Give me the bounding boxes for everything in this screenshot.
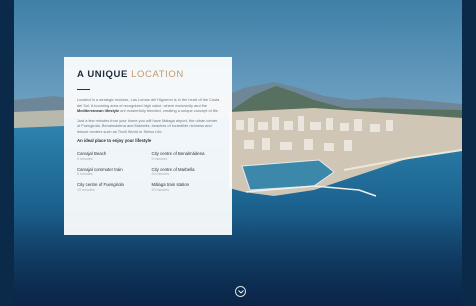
- distance-item: City centre of Marbella 20 minutes: [152, 167, 221, 178]
- distance-item: Carvajal Beach 5 minutes: [77, 151, 146, 162]
- distance-item: City centre of Benalmádena 5 minutes: [152, 151, 221, 162]
- travel-time: 5 minutes: [77, 156, 93, 161]
- travel-time: 5 minutes: [151, 156, 168, 161]
- distance-grid: Carvajal Beach 5 minutes City centre of …: [77, 151, 220, 193]
- location-card: A UNIQUE LOCATION Located in a strategic…: [64, 57, 232, 235]
- distance-item: Carvajal commuter train 5 minutes: [77, 167, 146, 178]
- access-paragraph: Just a few minutes from your home you wi…: [77, 117, 218, 134]
- travel-time: 20 minutes: [151, 172, 170, 177]
- travel-time: 10 minutes: [77, 187, 95, 192]
- lifestyle-lead: An ideal place to enjoy your lifestyle: [77, 138, 152, 143]
- chevron-down-icon: [237, 289, 244, 294]
- distance-item: City centre of Fuengirola 10 minutes: [77, 182, 146, 193]
- hero-section: A UNIQUE LOCATION Located in a strategic…: [14, 0, 462, 306]
- distance-item: Málaga train station 20 minutes: [152, 182, 221, 193]
- intro-paragraph: Located in a strategic enclave, Las Loma…: [77, 97, 220, 113]
- title-divider: [77, 89, 90, 90]
- title-main: A UNIQUE: [77, 69, 128, 80]
- title-accent: LOCATION: [131, 69, 184, 80]
- travel-time: 5 minutes: [77, 172, 93, 177]
- scroll-down-button[interactable]: [235, 286, 246, 297]
- section-title: A UNIQUE LOCATION: [77, 69, 220, 80]
- travel-time: 20 minutes: [151, 187, 170, 192]
